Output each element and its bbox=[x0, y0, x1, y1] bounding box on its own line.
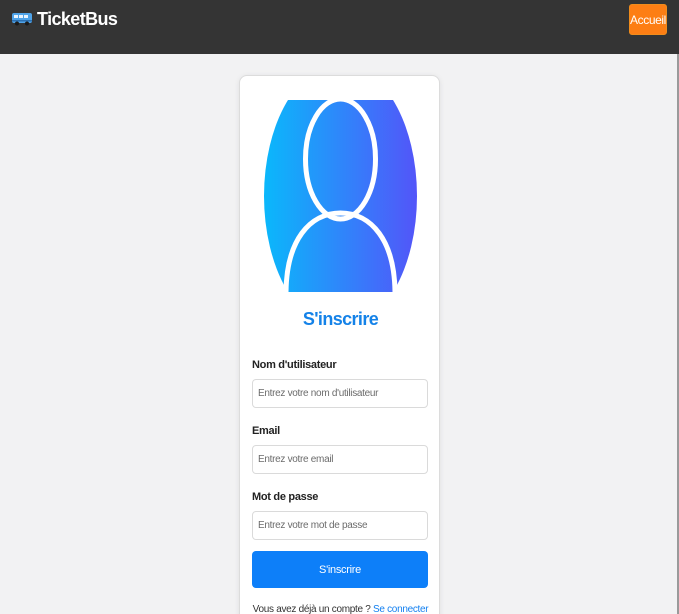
username-input[interactable] bbox=[252, 379, 428, 408]
brand-link[interactable]: TicketBus bbox=[11, 8, 118, 30]
email-input[interactable] bbox=[252, 445, 428, 474]
login-link[interactable]: Se connecter bbox=[373, 604, 429, 614]
password-label: Mot de passe bbox=[252, 491, 319, 503]
register-card: S'inscrire Nom d'utilisateur Email Mot d… bbox=[239, 75, 440, 614]
login-prompt: Vous avez déjà un compte ? Se connecter bbox=[240, 604, 441, 614]
register-button[interactable]: S'inscrire bbox=[252, 551, 428, 588]
login-prompt-text: Vous avez déjà un compte ? bbox=[252, 604, 371, 614]
email-label: Email bbox=[252, 425, 280, 437]
home-button[interactable]: Accueil bbox=[629, 4, 667, 35]
password-input[interactable] bbox=[252, 511, 428, 540]
navbar: TicketBus Accueil bbox=[0, 0, 679, 54]
brand-name: TicketBus bbox=[37, 8, 118, 29]
username-label: Nom d'utilisateur bbox=[252, 359, 337, 371]
bus-icon bbox=[12, 13, 32, 26]
page-title: S'inscrire bbox=[302, 309, 379, 329]
user-avatar-icon bbox=[264, 100, 417, 292]
